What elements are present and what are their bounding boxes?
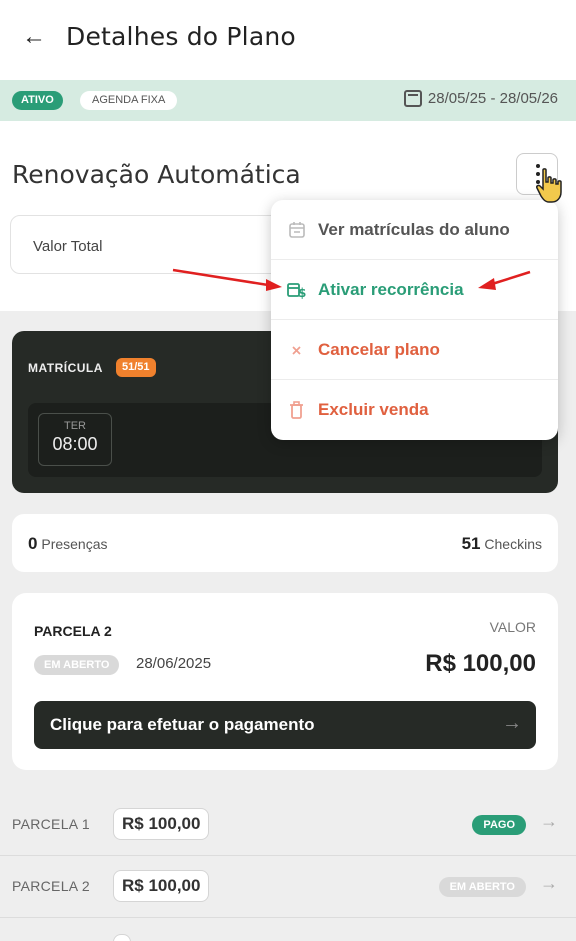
svg-text:$: $ <box>298 286 306 300</box>
menu-item-label: Cancelar plano <box>318 340 440 359</box>
pay-button-label: Clique para efetuar o pagamento <box>50 715 315 734</box>
agenda-badge: AGENDA FIXA <box>80 91 178 110</box>
open-badge: EM ABERTO <box>438 877 526 897</box>
active-badge: ATIVO <box>12 91 63 110</box>
valor-total-card: Valor Total <box>10 215 290 274</box>
page-title: Detalhes do Plano <box>66 22 296 51</box>
enrollment-label: MATRÍCULA <box>28 361 103 375</box>
options-menu: Ver matrículas do aluno $ Ativar recorrê… <box>271 200 558 440</box>
arrow-right-icon[interactable]: → <box>540 811 558 832</box>
valor-total-label: Valor Total <box>33 238 103 255</box>
installment-row-label: PARCELA 2 <box>12 878 90 894</box>
calendar-icon <box>403 90 422 107</box>
pay-button[interactable]: Clique para efetuar o pagamento → <box>34 701 536 749</box>
installment-row-amount-partial <box>113 934 131 941</box>
paid-badge: PAGO <box>472 815 526 835</box>
installment-row[interactable]: PARCELA 1 R$ 100,00 PAGO → <box>0 794 576 856</box>
back-arrow-icon[interactable]: ← <box>22 24 46 50</box>
menu-item-view-enrollments[interactable]: Ver matrículas do aluno <box>271 200 558 260</box>
close-icon <box>292 346 301 355</box>
installment-title: PARCELA 2 <box>34 623 112 639</box>
attendance-card: 0 Presenças 51 Checkins <box>12 514 558 572</box>
installment-row-amount: R$ 100,00 <box>113 808 210 840</box>
recurrence-money-icon: $ <box>287 283 306 300</box>
installment-card: PARCELA 2 VALOR EM ABERTO 28/06/2025 R$ … <box>12 593 558 770</box>
date-range: 28/05/25 - 28/05/26 <box>403 90 558 107</box>
installment-date: 28/06/2025 <box>136 655 212 672</box>
checkins-stat: 51 Checkins <box>462 534 542 554</box>
menu-item-activate-recurrence[interactable]: $ Ativar recorrência <box>271 260 558 320</box>
installment-row[interactable]: PARCELA 2 R$ 100,00 EM ABERTO → <box>0 856 576 918</box>
presences-count: 0 <box>28 534 38 553</box>
calendar-icon <box>289 222 305 238</box>
enrollment-count-badge: 51/51 <box>116 358 156 377</box>
checkins-label: Checkins <box>484 536 542 552</box>
menu-item-label: Excluir venda <box>318 400 429 419</box>
installment-amount: R$ 100,00 <box>425 650 536 677</box>
menu-item-cancel-plan[interactable]: Cancelar plano <box>271 320 558 380</box>
arrow-right-icon: → <box>502 712 522 734</box>
status-badge: EM ABERTO <box>34 655 120 675</box>
hand-cursor-icon <box>536 168 562 203</box>
menu-item-delete-sale[interactable]: Excluir venda <box>271 380 558 440</box>
schedule-time: 08:00 <box>52 434 98 454</box>
installment-row-label: PARCELA 1 <box>12 816 90 832</box>
menu-item-label: Ver matrículas do aluno <box>318 220 510 239</box>
presences-stat: 0 Presenças <box>28 534 108 554</box>
installment-row-partial[interactable] <box>0 918 576 941</box>
checkins-count: 51 <box>461 534 481 553</box>
schedule-day: TER <box>64 420 86 432</box>
schedule-slot: TER 08:00 <box>38 413 112 466</box>
date-range-text: 28/05/25 - 28/05/26 <box>427 90 558 107</box>
arrow-right-icon[interactable]: → <box>540 873 558 894</box>
app-header: ← Detalhes do Plano <box>0 0 576 80</box>
valor-label: VALOR <box>489 619 536 635</box>
installment-row-amount: R$ 100,00 <box>113 870 210 902</box>
trash-icon <box>290 401 303 419</box>
menu-item-label: Ativar recorrência <box>318 280 464 299</box>
renewal-title: Renovação Automática <box>12 160 301 189</box>
presences-label: Presenças <box>41 536 108 552</box>
